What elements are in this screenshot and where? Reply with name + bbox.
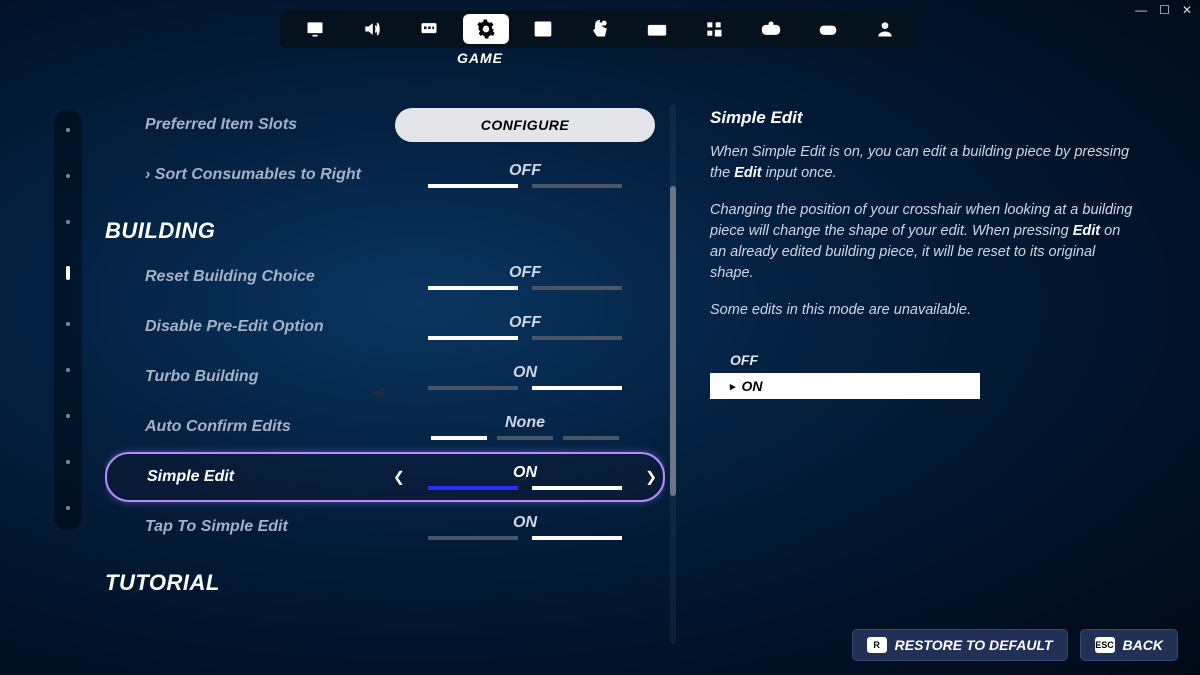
description-panel: Simple Edit When Simple Edit is on, you … [710,108,1140,399]
setting-value: None [505,414,545,432]
setting-value: ON [513,364,537,382]
scrollbar-thumb[interactable] [670,186,676,496]
tab-controller[interactable] [805,14,851,44]
setting-label: › Sort Consumables to Right [145,166,385,184]
settings-list: Preferred Item Slots CONFIGURE › Sort Co… [105,100,665,645]
description-paragraph: When Simple Edit is on, you can edit a b… [710,142,1140,184]
settings-scrollbar[interactable] [670,104,676,644]
nav-dot[interactable] [66,322,70,326]
setting-reset-building-choice[interactable]: Reset Building Choice OFF [105,252,665,302]
nav-dot[interactable] [66,128,70,132]
setting-value: OFF [509,314,541,332]
close-button[interactable]: ✕ [1182,3,1192,17]
nav-dot[interactable] [66,368,70,372]
setting-preferred-item-slots[interactable]: Preferred Item Slots CONFIGURE [105,100,665,150]
settings-tab-bar [280,10,920,48]
key-hint: R [867,637,887,653]
setting-label: Disable Pre-Edit Option [145,318,385,336]
option-on[interactable]: ON [710,373,980,399]
nav-dot[interactable] [66,220,70,224]
active-tab-label: GAME [280,50,920,66]
setting-turbo-building[interactable]: Turbo Building ON [105,352,665,402]
button-label: BACK [1123,637,1163,653]
arrow-left-icon[interactable]: ❮ [393,469,405,486]
section-dot-nav[interactable] [54,110,82,530]
nav-dot[interactable] [66,414,70,418]
minimize-button[interactable]: — [1135,3,1147,17]
arrow-right-icon[interactable]: ❯ [645,469,657,486]
section-header-tutorial: TUTORIAL [105,570,665,596]
setting-label: Tap To Simple Edit [145,518,385,536]
nav-dot-active[interactable] [66,266,70,280]
maximize-button[interactable]: ☐ [1159,3,1170,17]
tab-accessibility[interactable] [691,14,737,44]
description-paragraph: Some edits in this mode are unavailable. [710,300,1140,321]
setting-label: Turbo Building [145,368,385,386]
nav-dot[interactable] [66,174,70,178]
setting-disable-pre-edit[interactable]: Disable Pre-Edit Option OFF [105,302,665,352]
configure-button[interactable]: CONFIGURE [395,108,655,142]
setting-tap-to-simple-edit[interactable]: Tap To Simple Edit ON [105,502,665,552]
tab-touch[interactable] [577,14,623,44]
nav-dot[interactable] [66,506,70,510]
key-hint: ESC [1095,637,1115,653]
description-paragraph: Changing the position of your crosshair … [710,200,1140,284]
tab-account[interactable] [862,14,908,44]
restore-default-button[interactable]: R RESTORE TO DEFAULT [852,629,1068,661]
description-title: Simple Edit [710,108,1140,128]
setting-value: OFF [509,162,541,180]
option-off[interactable]: OFF [710,347,980,373]
button-label: RESTORE TO DEFAULT [895,637,1053,653]
tab-video[interactable] [292,14,338,44]
section-header-building: BUILDING [105,218,665,244]
back-button[interactable]: ESC BACK [1080,629,1178,661]
tab-hud[interactable] [520,14,566,44]
setting-label: Reset Building Choice [145,268,385,286]
tab-controller-sens[interactable] [748,14,794,44]
tab-audio[interactable] [349,14,395,44]
setting-auto-confirm-edits[interactable]: Auto Confirm Edits None [105,402,665,452]
setting-value: ON [513,464,537,482]
tab-game[interactable] [463,14,509,44]
setting-value: ON [513,514,537,532]
tab-keyboard[interactable] [634,14,680,44]
setting-simple-edit[interactable]: Simple Edit ❮ ON ❯ [105,452,665,502]
nav-dot[interactable] [66,460,70,464]
setting-sort-consumables[interactable]: › Sort Consumables to Right OFF [105,150,665,200]
option-list: OFF ON [710,347,980,399]
setting-label: Preferred Item Slots [145,116,385,134]
tab-chat[interactable] [406,14,452,44]
footer-buttons: R RESTORE TO DEFAULT ESC BACK [852,629,1178,661]
setting-label: Simple Edit [147,468,387,486]
window-controls: — ☐ ✕ [1135,3,1192,17]
setting-value: OFF [509,264,541,282]
setting-label: Auto Confirm Edits [145,418,385,436]
